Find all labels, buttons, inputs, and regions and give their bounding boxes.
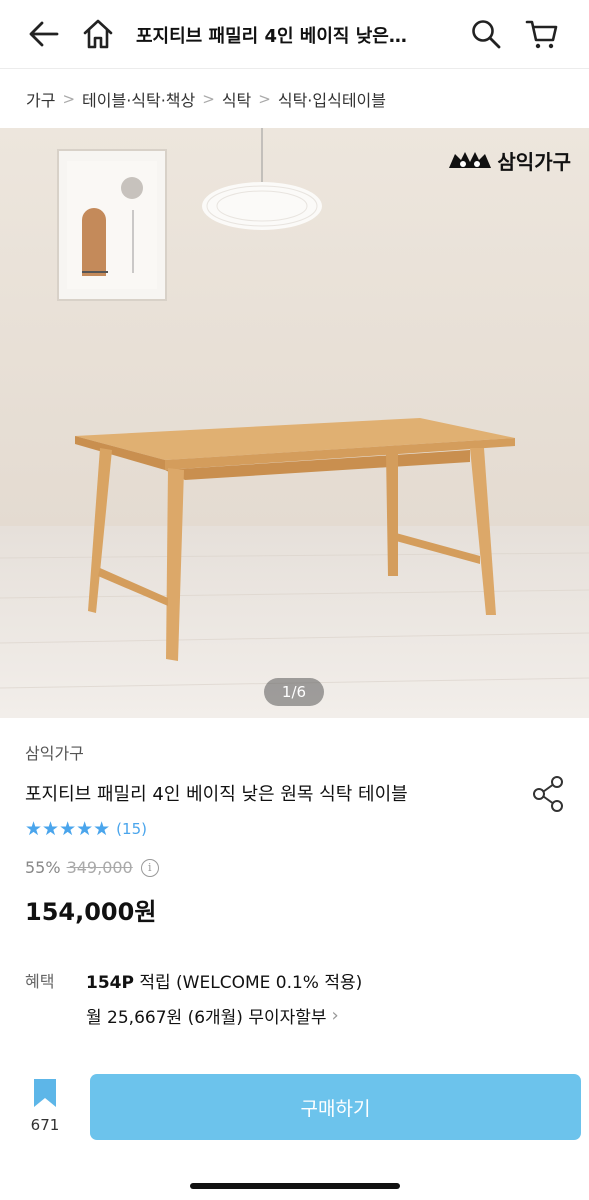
back-button[interactable]	[24, 14, 64, 54]
cart-button[interactable]	[522, 14, 562, 54]
product-photo	[0, 128, 589, 718]
breadcrumb-item-dining-table[interactable]: 식탁	[222, 87, 251, 111]
sale-price: 154,000원	[25, 898, 157, 926]
brand-logo-text: 삼익가구	[497, 150, 571, 174]
cart-icon	[525, 20, 558, 49]
chevron-right-icon: >	[258, 89, 271, 108]
installment-text: 월 25,667원 (6개월) 무이자할부	[86, 1008, 327, 1028]
share-button[interactable]	[530, 774, 566, 814]
breadcrumb-item-furniture[interactable]: 가구	[26, 87, 55, 111]
search-icon	[472, 20, 501, 49]
brand-name[interactable]: 삼익가구	[25, 740, 84, 764]
buy-button[interactable]: 구매하기	[90, 1074, 581, 1140]
bookmark-icon	[34, 1079, 56, 1107]
share-icon	[533, 776, 563, 812]
back-arrow-icon	[29, 21, 59, 47]
breadcrumb: 가구 > 테이블·식탁·책상 > 식탁 > 식탁·입식테이블	[0, 68, 589, 128]
benefit-label: 혜택	[25, 972, 55, 991]
search-button[interactable]	[466, 14, 506, 54]
chevron-right-icon: >	[62, 89, 76, 108]
bottom-action-bar: 671 구매하기	[0, 1060, 589, 1200]
home-icon	[83, 19, 113, 49]
breadcrumb-item-table[interactable]: 테이블·식탁·책상	[82, 87, 195, 111]
image-counter: 1/6	[264, 678, 324, 706]
tiger-logo-icon	[449, 151, 492, 168]
rating[interactable]: ★★★★★ (15)	[25, 818, 147, 840]
top-nav-bar: 포지티브 패밀리 4인 베이직 낮은…	[0, 0, 589, 68]
installment-benefit[interactable]: 월 25,667원 (6개월) 무이자할부 ›	[86, 1003, 339, 1028]
breadcrumb-item-standing-table[interactable]: 식탁·입식테이블	[278, 87, 386, 111]
brand-logo: 삼익가구	[447, 146, 571, 175]
bookmark-button[interactable]: 671	[24, 1078, 66, 1138]
page-title: 포지티브 패밀리 4인 베이직 낮은…	[136, 26, 407, 47]
bookmark-count: 671	[30, 1116, 60, 1134]
review-count[interactable]: (15)	[116, 820, 147, 838]
product-image-carousel[interactable]: 삼익가구	[0, 128, 589, 718]
home-button[interactable]	[78, 14, 118, 54]
chevron-right-icon: >	[202, 89, 215, 108]
star-rating-icon: ★★★★★	[25, 818, 111, 840]
original-price: 349,000	[66, 858, 133, 877]
points-amount: 154P	[86, 973, 134, 993]
points-text: 적립 (WELCOME 0.1% 적용)	[133, 973, 363, 993]
discount-row: 55% 349,000 i	[25, 858, 159, 877]
product-title: 포지티브 패밀리 4인 베이직 낮은 원목 식탁 테이블	[25, 784, 408, 805]
points-benefit: 154P 적립 (WELCOME 0.1% 적용)	[86, 968, 362, 993]
home-indicator	[190, 1183, 400, 1189]
chevron-right-icon: ›	[331, 1005, 339, 1026]
discount-rate: 55%	[25, 858, 61, 877]
info-icon[interactable]: i	[140, 858, 159, 877]
